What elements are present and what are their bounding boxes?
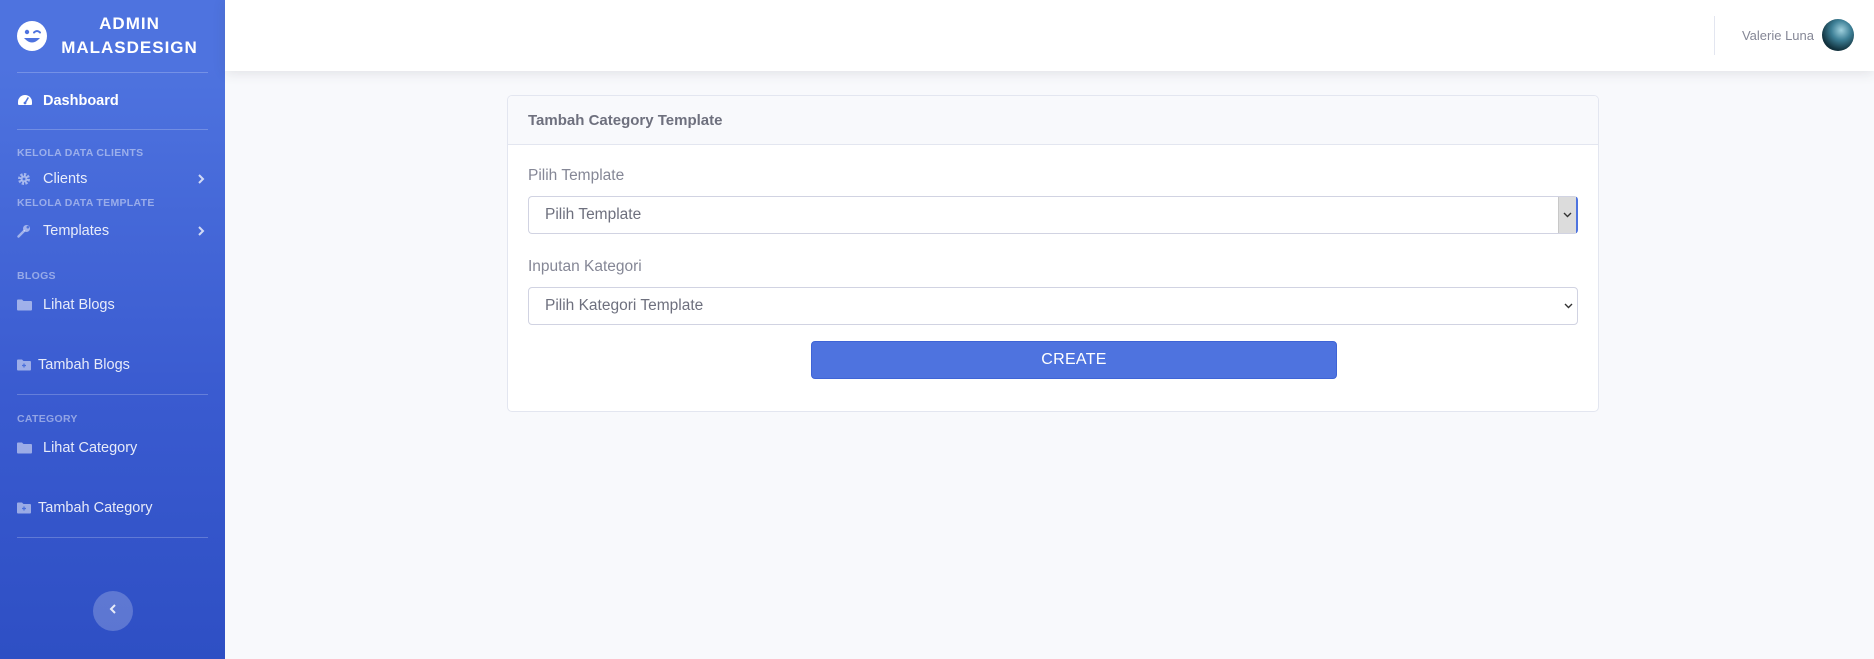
sidebar-item-label: Tambah Category [38, 500, 153, 516]
user-dropdown[interactable]: Valerie Luna [1742, 19, 1854, 51]
chevron-right-icon [197, 173, 207, 185]
tachometer-icon [17, 94, 33, 108]
card-body: Pilih Template Pilih Template Inputan Ka… [508, 145, 1598, 379]
sidebar-item-lihat-category[interactable]: Lihat Category [0, 425, 225, 471]
chevron-left-icon [109, 602, 117, 620]
pilih-template-label: Pilih Template [528, 167, 625, 184]
brand-name: ADMIN MALASDESIGN [48, 12, 225, 60]
sidebar-item-label: Clients [43, 171, 88, 187]
sidebar-divider [17, 537, 208, 538]
wrench-icon [17, 224, 33, 238]
chevron-right-icon [197, 225, 207, 237]
sidebar-heading-category: CATEGORY [17, 413, 78, 425]
chevron-down-icon [1558, 197, 1576, 233]
sidebar-item-lihat-blogs[interactable]: Lihat Blogs [0, 282, 225, 328]
sidebar-item-clients[interactable]: Clients [0, 156, 225, 202]
folder-plus-icon [17, 501, 31, 515]
sidebar-item-tambah-blogs[interactable]: Tambah Blogs [0, 328, 225, 394]
folder-icon [17, 441, 33, 455]
brand-line-1: ADMIN [99, 14, 160, 33]
brand[interactable]: ADMIN MALASDESIGN [0, 0, 225, 72]
kategori-template-select[interactable]: Pilih Kategori Template [528, 287, 1578, 325]
user-name: Valerie Luna [1741, 27, 1814, 43]
folder-plus-icon [17, 358, 31, 372]
create-button[interactable]: CREATE [811, 341, 1337, 379]
sidebar-heading-blogs: BLOGS [17, 270, 56, 282]
category-template-card: Tambah Category Template Pilih Template … [507, 95, 1599, 412]
sidebar-item-label: Lihat Blogs [43, 297, 115, 313]
sidebar: ADMIN MALASDESIGN Dashboard KELOLA DATA … [0, 0, 225, 659]
select-value: Pilih Template [545, 206, 642, 223]
pilih-template-select[interactable]: Pilih Template [528, 196, 1578, 234]
card-title: Tambah Category Template [508, 96, 1598, 145]
sidebar-item-label: Dashboard [43, 93, 119, 109]
folder-icon [17, 298, 33, 312]
laugh-wink-icon [16, 20, 48, 52]
sidebar-item-dashboard[interactable]: Dashboard [0, 73, 225, 129]
select-value: Pilih Kategori Template [545, 297, 704, 314]
cog-icon [17, 172, 33, 186]
inputan-kategori-label: Inputan Kategori [528, 258, 642, 275]
brand-line-2: MALASDESIGN [61, 38, 198, 57]
sidebar-item-templates[interactable]: Templates [0, 208, 225, 254]
sidebar-item-label: Templates [43, 223, 110, 239]
sidebar-item-label: Lihat Category [43, 440, 138, 456]
sidebar-item-label: Tambah Blogs [38, 357, 130, 373]
chevron-down-icon [1559, 288, 1577, 324]
topbar-divider [1714, 16, 1715, 55]
topbar: Valerie Luna [225, 0, 1874, 71]
sidebar-toggle-button[interactable] [93, 591, 133, 631]
sidebar-item-tambah-category[interactable]: Tambah Category [0, 471, 225, 537]
avatar [1822, 19, 1854, 51]
